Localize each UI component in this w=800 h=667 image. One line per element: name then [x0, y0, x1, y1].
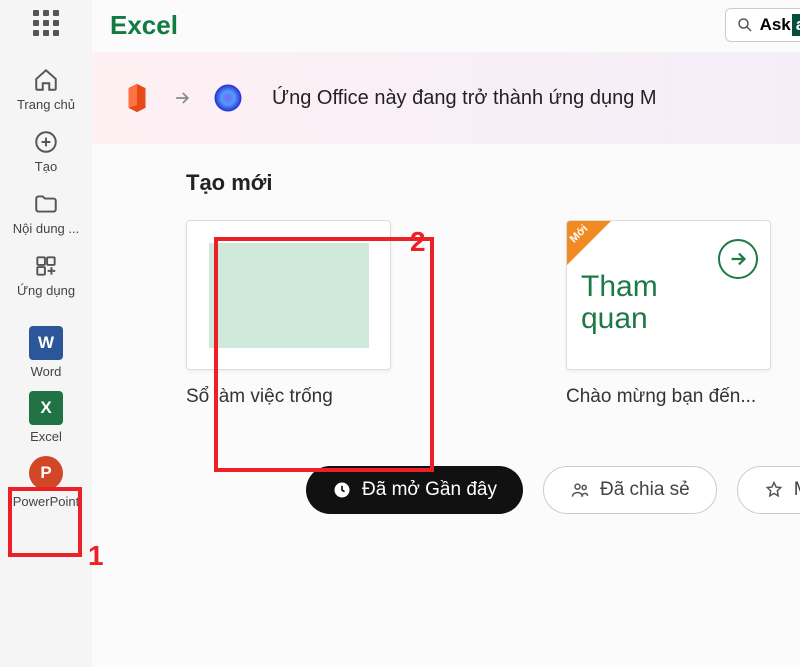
- create-new-section: Tạo mới Sổ làm việc trống Mới Thamquan: [92, 144, 800, 514]
- nav-content[interactable]: Nội dung ...: [0, 182, 92, 244]
- nav-apps[interactable]: Ứng dụng: [0, 244, 92, 306]
- tab-recent[interactable]: Đã mở Gần đây: [306, 466, 523, 514]
- apps-icon: [32, 252, 60, 280]
- nav-home[interactable]: Trang chủ: [0, 58, 92, 120]
- template-label: Chào mừng bạn đến...: [566, 386, 756, 408]
- arrow-right-icon: [172, 88, 192, 108]
- nav-label: Nội dung ...: [13, 221, 80, 236]
- filter-tabs: Đã mở Gần đây Đã chia sẻ Mục yêu: [306, 466, 800, 514]
- excel-icon: X: [29, 391, 63, 425]
- blank-workbook-thumbnail: [186, 220, 391, 370]
- waffle-icon: [33, 10, 59, 36]
- main-content: Excel Askany Ứng Office này đang trở thà…: [92, 0, 800, 667]
- tab-shared[interactable]: Đã chia sẻ: [543, 466, 717, 514]
- clock-icon: [332, 480, 352, 500]
- template-welcome-tour[interactable]: Mới Thamquan Chào mừng bạn đến...: [566, 220, 786, 408]
- tab-label: Mục yêu: [794, 479, 800, 501]
- sidebar-app-word[interactable]: W Word: [0, 320, 92, 385]
- office-icon: [120, 81, 154, 115]
- plus-circle-icon: [32, 128, 60, 156]
- banner-icons: [120, 80, 246, 116]
- migration-banner: Ứng Office này đang trở thành ứng dụng M: [92, 52, 800, 144]
- home-icon: [32, 66, 60, 94]
- tab-label: Đã mở Gần đây: [362, 479, 497, 501]
- askany-logo: Askany: [760, 14, 800, 36]
- tab-label: Đã chia sẻ: [600, 479, 690, 501]
- nav-label: Tạo: [35, 159, 57, 174]
- arrow-circle-icon: [718, 239, 758, 279]
- sidebar-app-powerpoint[interactable]: P PowerPoint: [0, 450, 92, 515]
- header: Excel Askany: [92, 0, 800, 52]
- app-label: Excel: [30, 429, 62, 444]
- search-input[interactable]: Askany: [725, 8, 800, 42]
- nav-create[interactable]: Tạo: [0, 120, 92, 182]
- tour-thumbnail: Mới Thamquan: [566, 220, 771, 370]
- sidebar-app-excel[interactable]: X Excel: [0, 385, 92, 450]
- search-icon: [736, 16, 754, 34]
- m365-icon: [210, 80, 246, 116]
- folder-icon: [32, 190, 60, 218]
- page-title: Excel: [110, 10, 178, 41]
- template-blank-workbook[interactable]: Sổ làm việc trống: [186, 220, 406, 408]
- section-title: Tạo mới: [186, 170, 800, 196]
- nav-label: Ứng dụng: [17, 283, 75, 298]
- powerpoint-icon: P: [29, 456, 63, 490]
- star-icon: [764, 480, 784, 500]
- app-label: PowerPoint: [13, 494, 79, 509]
- left-sidebar: Trang chủ Tạo Nội dung ... Ứng dụng W Wo…: [0, 0, 92, 667]
- nav-label: Trang chủ: [17, 97, 75, 112]
- people-icon: [570, 480, 590, 500]
- app-label: Word: [31, 364, 62, 379]
- app-launcher-button[interactable]: [29, 6, 63, 40]
- tab-favorites[interactable]: Mục yêu: [737, 466, 800, 514]
- banner-text: Ứng Office này đang trở thành ứng dụng M: [272, 87, 657, 110]
- template-label: Sổ làm việc trống: [186, 386, 333, 408]
- word-icon: W: [29, 326, 63, 360]
